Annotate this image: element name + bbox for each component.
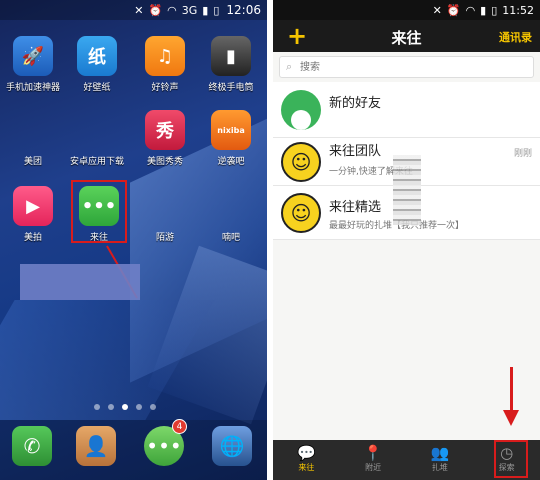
smiley-avatar: ☺ [281,142,321,182]
app-wallpaper[interactable]: 纸 好壁纸 [64,36,130,93]
app-label: 手机加速神器 [5,83,60,93]
status-bar: ✕ ⏰ ◠ ▮ ▯ 11:52 [273,0,540,20]
list-item-title: 来往团队 [329,144,382,159]
status-time: 11:52 [502,3,534,17]
contacts-link[interactable]: 通讯录 [499,29,532,45]
app-header: + 来往 通讯录 [273,20,540,52]
group-icon: 👥 [430,444,450,462]
signal-type: 3G [181,3,198,17]
dock: ✆ 👤 ••• 🌐 [0,420,267,480]
app-store[interactable]: 安卓应用下载 [64,110,130,167]
mute-icon: ✕ [134,3,144,17]
list-item-title: 来往精选 [329,200,382,215]
hidden-app-icon [145,186,185,226]
app-label: 陌游 [155,233,174,243]
page-indicator [94,404,156,410]
app-moyou[interactable]: 陌游 [132,186,198,243]
signal-icon: ▮ [202,3,209,17]
app-label: 逆袭吧 [217,157,245,167]
new-friend-avatar [281,90,321,130]
page-dot[interactable] [150,404,156,410]
redacted-area [20,264,140,300]
search-icon: ⌕ [286,60,293,73]
list-item-new-friends[interactable]: 新的好友 [273,82,540,138]
flashlight-icon: ▮ [211,36,251,76]
app-label: 好壁纸 [83,83,111,93]
annotation-arrow [510,367,513,415]
app-nixiba[interactable]: nixiba 逆袭吧 [198,110,264,167]
signal-icon: ▮ [480,3,487,17]
app-xiuxiu[interactable]: 秀 美图秀秀 [132,110,198,167]
highlight-box [494,440,528,478]
chat-tab-icon: 💬 [297,444,316,462]
page-dot[interactable] [108,404,114,410]
app-label: 好铃声 [151,83,179,93]
wallpaper-icon: 纸 [77,36,117,76]
empty-area [273,240,540,440]
mute-icon: ✕ [432,3,442,17]
page-dot-active[interactable] [122,404,128,410]
app-label: 美图秀秀 [146,157,183,167]
smiley-avatar: ☺ [281,193,321,233]
status-bar: ✕ ⏰ ◠ 3G ▮ ▯ 12:06 [0,0,267,20]
highlight-box [71,180,127,243]
app-label: 终极手电筒 [208,83,254,93]
app-label: 美拍 [23,233,42,243]
xiuxiu-icon: 秀 [145,110,185,150]
app-nanba[interactable]: 喃吧 [198,186,264,243]
store-icon [77,110,117,150]
wifi-icon: ◠ [465,3,476,17]
rocket-icon: 🚀 [13,36,53,76]
home-screen: ✕ ⏰ ◠ 3G ▮ ▯ 12:06 🚀 手机加速神器 纸 好壁纸 ♫ 好铃声 … [0,0,267,480]
tab-label: 附近 [365,463,382,472]
hidden-app-icon [211,186,251,226]
music-note-icon: ♫ [145,36,185,76]
battery-icon: ▯ [213,3,220,17]
tab-laiwang[interactable]: 💬 来往 [273,440,340,480]
phone-icon[interactable]: ✆ [12,426,52,466]
alarm-icon: ⏰ [446,3,461,17]
app-meipai[interactable]: ▶ 美拍 [0,186,66,243]
page-dot[interactable] [136,404,142,410]
alarm-icon: ⏰ [148,3,163,17]
status-time: 12:06 [226,3,261,17]
list-item-title: 新的好友 [329,96,382,111]
list-item-time: 刚刚 [513,149,532,159]
unread-badge: 4 [172,419,187,434]
app-flashlight[interactable]: ▮ 终极手电筒 [198,36,264,93]
app-label: 喃吧 [221,233,240,243]
tab-groups[interactable]: 👥 扎堆 [407,440,474,480]
battery-icon: ▯ [491,3,498,17]
app-speedup[interactable]: 🚀 手机加速神器 [0,36,66,93]
tab-nearby[interactable]: 📍 附近 [340,440,407,480]
search-box[interactable]: ⌕ [279,56,534,78]
redacted-area [393,155,421,225]
location-pin-icon: 📍 [363,444,383,462]
tab-label: 扎堆 [431,463,448,472]
wifi-icon: ◠ [167,3,177,17]
screenshot-composite: ✕ ⏰ ◠ 3G ▮ ▯ 12:06 🚀 手机加速神器 纸 好壁纸 ♫ 好铃声 … [0,0,540,480]
nixiba-icon: nixiba [211,110,251,150]
page-dot[interactable] [94,404,100,410]
app-meituan[interactable]: 美团 [0,110,66,167]
globe-icon[interactable]: 🌐 [212,426,252,466]
app-label: 安卓应用下载 [69,157,124,167]
tab-label: 来往 [298,463,315,472]
camera-icon: ▶ [13,186,53,226]
app-label: 美团 [23,157,42,167]
app-ringtone[interactable]: ♫ 好铃声 [132,36,198,93]
annotation-arrow-head [503,410,519,426]
contacts-icon[interactable]: 👤 [76,426,116,466]
laiwang-app: ✕ ⏰ ◠ ▮ ▯ 11:52 + 来往 通讯录 ⌕ 新的好友 ☺ 来往团队 一… [273,0,540,480]
meituan-icon [13,110,53,150]
search-input[interactable] [300,59,520,75]
